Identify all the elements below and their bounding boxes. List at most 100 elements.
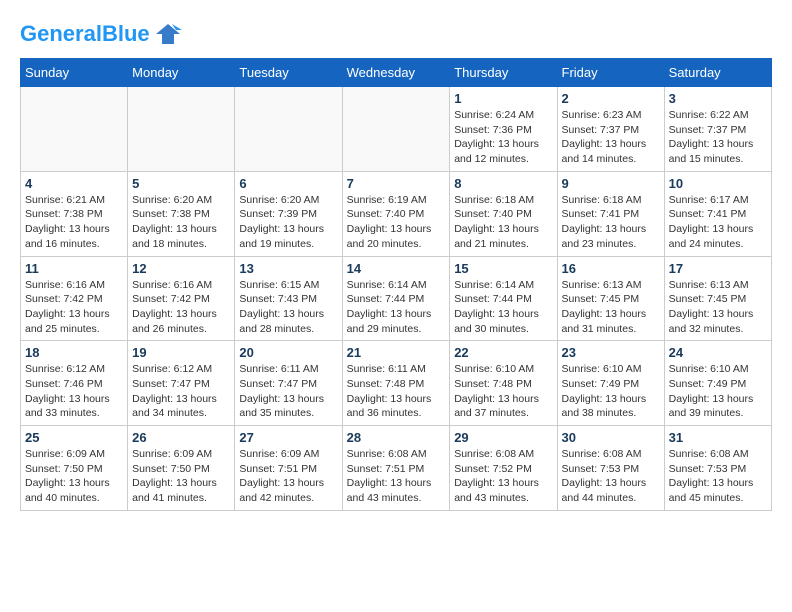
day-info: Sunrise: 6:11 AM Sunset: 7:47 PM Dayligh… xyxy=(239,362,337,421)
day-number: 19 xyxy=(132,345,230,360)
calendar-cell: 2Sunrise: 6:23 AM Sunset: 7:37 PM Daylig… xyxy=(557,87,664,172)
weekday-header-tuesday: Tuesday xyxy=(235,59,342,87)
day-info: Sunrise: 6:16 AM Sunset: 7:42 PM Dayligh… xyxy=(132,278,230,337)
day-info: Sunrise: 6:14 AM Sunset: 7:44 PM Dayligh… xyxy=(347,278,446,337)
day-info: Sunrise: 6:23 AM Sunset: 7:37 PM Dayligh… xyxy=(562,108,660,167)
day-number: 7 xyxy=(347,176,446,191)
day-info: Sunrise: 6:09 AM Sunset: 7:50 PM Dayligh… xyxy=(25,447,123,506)
calendar-cell: 19 Sunrise: 6:12 AM Sunset: 7:47 PM Dayli… xyxy=(128,341,235,426)
calendar-cell: 24 Sunrise: 6:10 AM Sunset: 7:49 PM Dayli… xyxy=(664,341,771,426)
calendar-cell: 12 Sunrise: 6:16 AM Sunset: 7:42 PM Dayli… xyxy=(128,256,235,341)
day-info: Sunrise: 6:17 AM Sunset: 7:41 PM Dayligh… xyxy=(669,193,767,252)
day-info: Sunrise: 6:14 AM Sunset: 7:44 PM Dayligh… xyxy=(454,278,552,337)
calendar-cell: 31 Sunrise: 6:08 AM Sunset: 7:53 PM Dayli… xyxy=(664,426,771,511)
calendar-cell: 8 Sunrise: 6:18 AM Sunset: 7:40 PM Daylig… xyxy=(450,171,557,256)
calendar-cell: 22 Sunrise: 6:10 AM Sunset: 7:48 PM Dayli… xyxy=(450,341,557,426)
day-info: Sunrise: 6:18 AM Sunset: 7:41 PM Dayligh… xyxy=(562,193,660,252)
calendar-week-row-2: 4 Sunrise: 6:21 AM Sunset: 7:38 PM Daylig… xyxy=(21,171,772,256)
day-number: 8 xyxy=(454,176,552,191)
logo-bird-icon xyxy=(154,20,182,48)
calendar-cell: 25 Sunrise: 6:09 AM Sunset: 7:50 PM Dayli… xyxy=(21,426,128,511)
calendar-cell xyxy=(21,87,128,172)
day-info: Sunrise: 6:18 AM Sunset: 7:40 PM Dayligh… xyxy=(454,193,552,252)
calendar-cell: 17 Sunrise: 6:13 AM Sunset: 7:45 PM Dayli… xyxy=(664,256,771,341)
day-number: 22 xyxy=(454,345,552,360)
day-info: Sunrise: 6:21 AM Sunset: 7:38 PM Dayligh… xyxy=(25,193,123,252)
day-info: Sunrise: 6:08 AM Sunset: 7:51 PM Dayligh… xyxy=(347,447,446,506)
day-info: Sunrise: 6:19 AM Sunset: 7:40 PM Dayligh… xyxy=(347,193,446,252)
calendar-cell: 14Sunrise: 6:14 AM Sunset: 7:44 PM Dayli… xyxy=(342,256,450,341)
day-number: 12 xyxy=(132,261,230,276)
day-number: 10 xyxy=(669,176,767,191)
calendar-cell: 5 Sunrise: 6:20 AM Sunset: 7:38 PM Daylig… xyxy=(128,171,235,256)
weekday-header-sunday: Sunday xyxy=(21,59,128,87)
weekday-header-monday: Monday xyxy=(128,59,235,87)
day-number: 28 xyxy=(347,430,446,445)
day-number: 24 xyxy=(669,345,767,360)
day-number: 13 xyxy=(239,261,337,276)
day-info: Sunrise: 6:09 AM Sunset: 7:51 PM Dayligh… xyxy=(239,447,337,506)
day-number: 29 xyxy=(454,430,552,445)
day-number: 31 xyxy=(669,430,767,445)
day-number: 11 xyxy=(25,261,123,276)
calendar-cell: 30Sunrise: 6:08 AM Sunset: 7:53 PM Dayli… xyxy=(557,426,664,511)
day-info: Sunrise: 6:13 AM Sunset: 7:45 PM Dayligh… xyxy=(669,278,767,337)
day-number: 18 xyxy=(25,345,123,360)
day-info: Sunrise: 6:12 AM Sunset: 7:47 PM Dayligh… xyxy=(132,362,230,421)
day-number: 25 xyxy=(25,430,123,445)
day-info: Sunrise: 6:10 AM Sunset: 7:49 PM Dayligh… xyxy=(669,362,767,421)
calendar-cell: 10 Sunrise: 6:17 AM Sunset: 7:41 PM Dayli… xyxy=(664,171,771,256)
day-number: 20 xyxy=(239,345,337,360)
weekday-header-wednesday: Wednesday xyxy=(342,59,450,87)
day-number: 17 xyxy=(669,261,767,276)
day-number: 15 xyxy=(454,261,552,276)
day-info: Sunrise: 6:08 AM Sunset: 7:53 PM Dayligh… xyxy=(669,447,767,506)
weekday-header-row: SundayMondayTuesdayWednesdayThursdayFrid… xyxy=(21,59,772,87)
day-info: Sunrise: 6:09 AM Sunset: 7:50 PM Dayligh… xyxy=(132,447,230,506)
day-info: Sunrise: 6:10 AM Sunset: 7:48 PM Dayligh… xyxy=(454,362,552,421)
day-number: 4 xyxy=(25,176,123,191)
day-info: Sunrise: 6:22 AM Sunset: 7:37 PM Dayligh… xyxy=(669,108,767,167)
page-header: GeneralBlue xyxy=(20,20,772,48)
calendar-cell: 29 Sunrise: 6:08 AM Sunset: 7:52 PM Dayli… xyxy=(450,426,557,511)
calendar-cell: 23Sunrise: 6:10 AM Sunset: 7:49 PM Dayli… xyxy=(557,341,664,426)
calendar-cell: 15 Sunrise: 6:14 AM Sunset: 7:44 PM Dayli… xyxy=(450,256,557,341)
day-number: 30 xyxy=(562,430,660,445)
calendar-week-row-3: 11 Sunrise: 6:16 AM Sunset: 7:42 PM Dayli… xyxy=(21,256,772,341)
calendar-cell: 11 Sunrise: 6:16 AM Sunset: 7:42 PM Dayli… xyxy=(21,256,128,341)
calendar-cell: 13 Sunrise: 6:15 AM Sunset: 7:43 PM Dayli… xyxy=(235,256,342,341)
day-number: 1 xyxy=(454,91,552,106)
logo-text: GeneralBlue xyxy=(20,23,150,45)
day-info: Sunrise: 6:13 AM Sunset: 7:45 PM Dayligh… xyxy=(562,278,660,337)
calendar-cell: 7 Sunrise: 6:19 AM Sunset: 7:40 PM Daylig… xyxy=(342,171,450,256)
calendar-cell: 6Sunrise: 6:20 AM Sunset: 7:39 PM Daylig… xyxy=(235,171,342,256)
day-number: 23 xyxy=(562,345,660,360)
day-info: Sunrise: 6:20 AM Sunset: 7:38 PM Dayligh… xyxy=(132,193,230,252)
day-info: Sunrise: 6:08 AM Sunset: 7:52 PM Dayligh… xyxy=(454,447,552,506)
calendar-cell: 4 Sunrise: 6:21 AM Sunset: 7:38 PM Daylig… xyxy=(21,171,128,256)
calendar-week-row-1: 1 Sunrise: 6:24 AM Sunset: 7:36 PM Daylig… xyxy=(21,87,772,172)
day-number: 5 xyxy=(132,176,230,191)
calendar-cell: 9 Sunrise: 6:18 AM Sunset: 7:41 PM Daylig… xyxy=(557,171,664,256)
day-number: 16 xyxy=(562,261,660,276)
calendar-week-row-5: 25 Sunrise: 6:09 AM Sunset: 7:50 PM Dayli… xyxy=(21,426,772,511)
weekday-header-friday: Friday xyxy=(557,59,664,87)
calendar-cell: 26 Sunrise: 6:09 AM Sunset: 7:50 PM Dayli… xyxy=(128,426,235,511)
calendar-cell: 16 Sunrise: 6:13 AM Sunset: 7:45 PM Dayli… xyxy=(557,256,664,341)
day-number: 26 xyxy=(132,430,230,445)
calendar-cell: 1 Sunrise: 6:24 AM Sunset: 7:36 PM Daylig… xyxy=(450,87,557,172)
day-info: Sunrise: 6:15 AM Sunset: 7:43 PM Dayligh… xyxy=(239,278,337,337)
weekday-header-thursday: Thursday xyxy=(450,59,557,87)
day-info: Sunrise: 6:11 AM Sunset: 7:48 PM Dayligh… xyxy=(347,362,446,421)
logo: GeneralBlue xyxy=(20,20,182,48)
day-info: Sunrise: 6:16 AM Sunset: 7:42 PM Dayligh… xyxy=(25,278,123,337)
weekday-header-saturday: Saturday xyxy=(664,59,771,87)
day-number: 9 xyxy=(562,176,660,191)
day-number: 27 xyxy=(239,430,337,445)
calendar-cell: 3Sunrise: 6:22 AM Sunset: 7:37 PM Daylig… xyxy=(664,87,771,172)
day-info: Sunrise: 6:24 AM Sunset: 7:36 PM Dayligh… xyxy=(454,108,552,167)
logo-blue: Blue xyxy=(102,21,150,46)
calendar-cell: 18 Sunrise: 6:12 AM Sunset: 7:46 PM Dayli… xyxy=(21,341,128,426)
day-info: Sunrise: 6:12 AM Sunset: 7:46 PM Dayligh… xyxy=(25,362,123,421)
day-number: 6 xyxy=(239,176,337,191)
